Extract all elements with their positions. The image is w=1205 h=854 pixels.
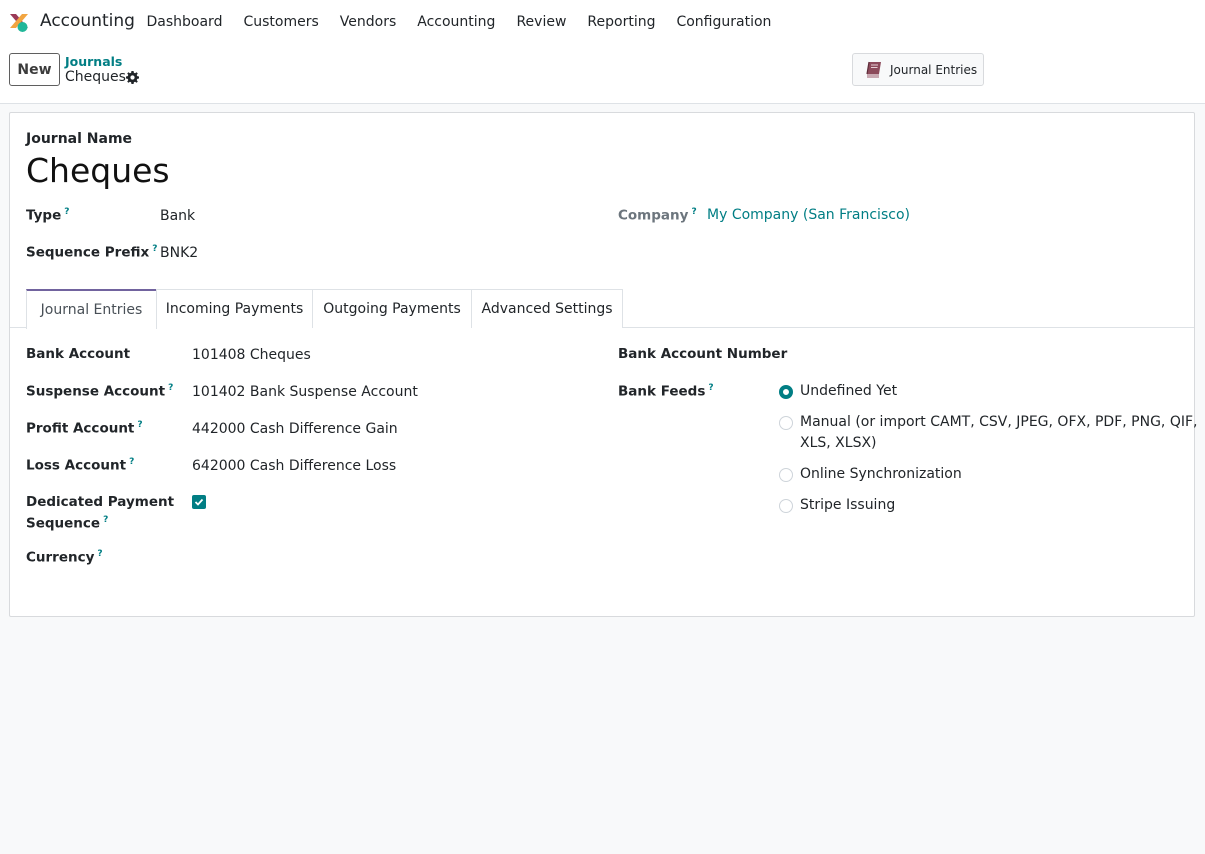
sequence-prefix-label-text: Sequence Prefix [26,244,150,261]
breadcrumb-journals[interactable]: Journals [65,54,122,69]
suspense-account-field[interactable]: 101402 Bank Suspense Account [192,384,418,400]
suspense-account-label: Suspense Account? [26,383,173,400]
dedicated-payment-label-line2: Sequence? [26,515,108,532]
radio-label-online-synchronization[interactable]: Online Synchronization [800,466,962,482]
profit-account-field[interactable]: 442000 Cash Difference Gain [192,421,398,437]
bank-account-label: Bank Account [26,346,131,362]
sequence-prefix-field[interactable]: BNK2 [160,245,198,261]
help-icon[interactable]: ? [137,420,142,430]
company-link[interactable]: My Company (San Francisco) [707,207,910,223]
menu-configuration[interactable]: Configuration [666,14,782,30]
top-navbar: Accounting Dashboard Customers Vendors A… [0,0,1205,44]
radio-label-stripe-issuing[interactable]: Stripe Issuing [800,497,895,513]
help-icon[interactable]: ? [168,383,173,393]
profit-account-label: Profit Account? [26,420,143,437]
bank-feeds-label: Bank Feeds? [618,383,714,400]
currency-label-text: Currency [26,549,95,566]
smart-button-label: Journal Entries [890,62,978,77]
accounting-app-icon[interactable] [8,11,30,33]
dedicated-payment-label-text: Sequence [26,515,101,532]
sequence-prefix-label: Sequence Prefix? [26,244,157,261]
company-label: Company? [618,207,697,224]
radio-label-undefined-yet[interactable]: Undefined Yet [800,383,897,399]
app-name[interactable]: Accounting [40,11,135,31]
help-icon[interactable]: ? [691,207,696,217]
dedicated-payment-label-line1: Dedicated Payment [26,494,175,510]
type-label: Type? [26,207,69,224]
type-field[interactable]: Bank [160,208,195,224]
menu-accounting[interactable]: Accounting [407,14,506,30]
menu-reporting[interactable]: Reporting [577,14,666,30]
control-panel: New Journals Cheques Journal Entries [0,44,1205,104]
checkmark-icon [194,498,204,506]
radio-online-synchronization[interactable] [779,468,793,482]
loss-account-label: Loss Account? [26,457,134,474]
tab-advanced-settings[interactable]: Advanced Settings [471,289,623,328]
gear-icon[interactable] [126,71,139,84]
help-icon[interactable]: ? [97,549,102,559]
help-icon[interactable]: ? [152,244,157,254]
type-label-text: Type [26,207,62,224]
help-icon[interactable]: ? [708,383,713,393]
profit-account-label-text: Profit Account [26,420,135,437]
dedicated-payment-checkbox[interactable] [192,495,206,509]
company-label-text: Company [618,207,689,224]
tab-journal-entries[interactable]: Journal Entries [26,289,157,329]
menu-dashboard[interactable]: Dashboard [136,14,233,30]
menu-review[interactable]: Review [506,14,577,30]
help-icon[interactable]: ? [129,457,134,467]
menu-vendors[interactable]: Vendors [329,14,406,30]
help-icon[interactable]: ? [103,515,108,525]
loss-account-label-text: Loss Account [26,457,127,474]
new-button[interactable]: New [9,53,60,86]
form-sheet: Journal Name Cheques Type? Bank Sequence… [9,112,1197,617]
menu-customers[interactable]: Customers [233,14,329,30]
loss-account-field[interactable]: 642000 Cash Difference Loss [192,458,396,474]
help-icon[interactable]: ? [64,207,69,217]
radio-undefined-yet[interactable] [779,385,793,399]
tab-outgoing-payments[interactable]: Outgoing Payments [312,289,472,328]
radio-stripe-issuing[interactable] [779,499,793,513]
bank-account-field[interactable]: 101408 Cheques [192,347,311,363]
bank-account-number-label: Bank Account Number [618,346,788,362]
journal-name-input[interactable]: Cheques [26,151,170,190]
currency-label: Currency? [26,549,103,566]
bank-feeds-label-text: Bank Feeds [618,383,706,400]
suspense-account-label-text: Suspense Account [26,383,166,400]
journal-name-label: Journal Name [26,131,133,147]
tab-incoming-payments[interactable]: Incoming Payments [156,289,313,328]
book-icon [866,61,881,78]
journal-entries-smart-button[interactable]: Journal Entries [852,53,984,86]
radio-label-manual-line2[interactable]: XLS, XLSX) [800,435,877,451]
main-menu: Dashboard Customers Vendors Accounting R… [136,0,782,44]
radio-label-manual-line1[interactable]: Manual (or import CAMT, CSV, JPEG, OFX, … [800,414,1197,430]
breadcrumb-current: Cheques [65,69,126,85]
radio-manual[interactable] [779,416,793,430]
